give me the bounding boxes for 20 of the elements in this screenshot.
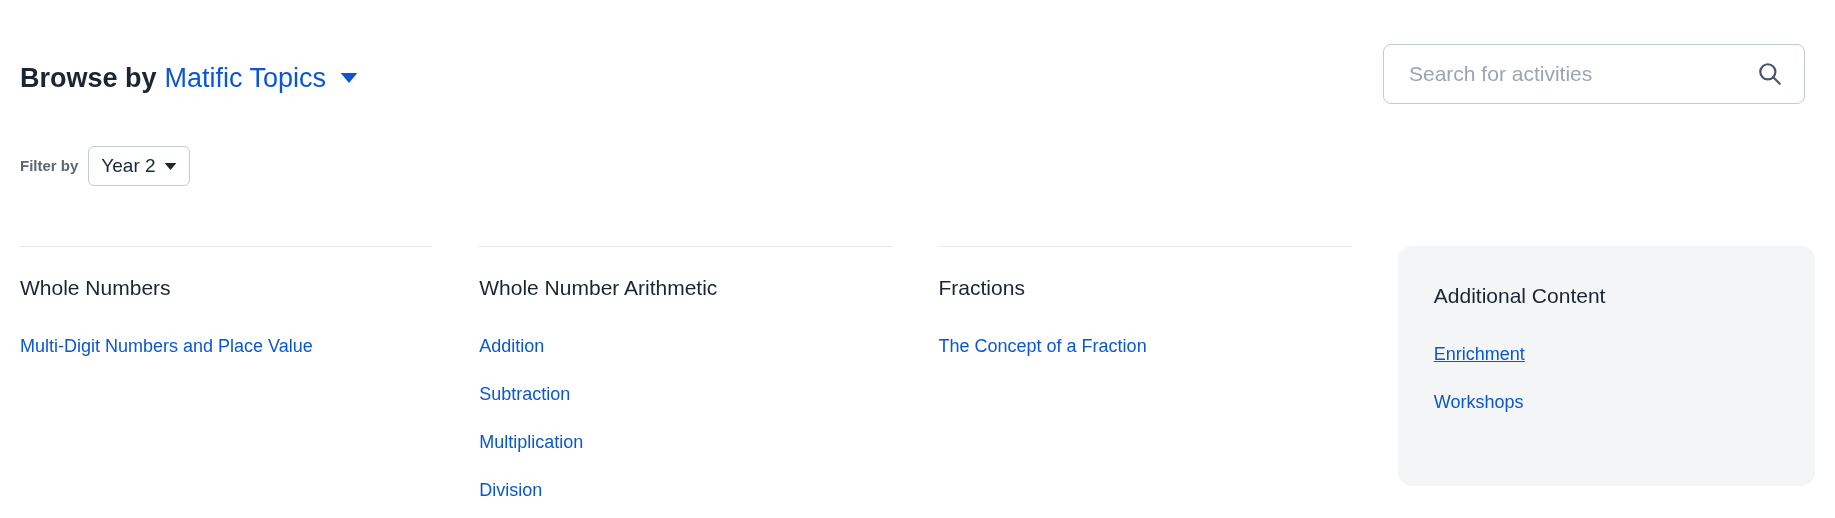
topic-heading: Fractions [938,275,1026,301]
caret-icon [340,73,359,84]
topic-link[interactable]: Subtraction [479,383,571,405]
search-field[interactable]: Search for activities [1383,44,1805,104]
topic-link[interactable]: Division [479,479,543,501]
page-title: Browse by [20,62,157,95]
topic-link[interactable]: Addition [479,335,545,357]
topic-link[interactable]: Multiplication [479,431,584,453]
search-icon[interactable] [1757,61,1783,87]
topic-heading: Whole Numbers [20,275,172,301]
topic-link[interactable]: Enrichment [1433,343,1525,365]
topic-link[interactable]: Workshops [1433,391,1524,413]
year-dropdown[interactable]: Year 2 [88,146,190,186]
topic-link[interactable]: Multi-Digit Numbers and Place Value [20,335,313,357]
card-heading: Additional Content [1433,283,1607,309]
caret-icon [163,162,177,170]
filter-label: Filter by [20,155,79,176]
topic-link[interactable]: The Concept of a Fraction [938,335,1147,357]
topic-heading: Whole Number Arithmetic [479,275,719,301]
topic-selector[interactable]: Matific Topics [164,58,359,99]
